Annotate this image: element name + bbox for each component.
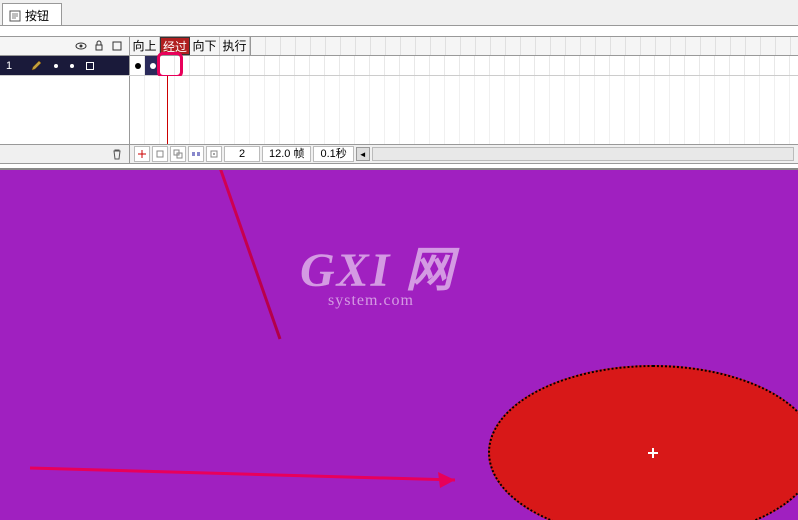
pencil-icon bbox=[30, 60, 42, 72]
layer-header-icons bbox=[0, 37, 130, 55]
timeline-scrollbar[interactable] bbox=[372, 147, 794, 161]
lock-dot[interactable] bbox=[70, 64, 74, 68]
elapsed-time-display: 0.1秒 bbox=[313, 146, 353, 162]
button-state-labels: 向上 经过 向下 执行 bbox=[130, 37, 251, 55]
timeline-body bbox=[0, 76, 798, 144]
state-over[interactable]: 经过 bbox=[160, 37, 190, 55]
playback-controls: 2 12.0 帧 0.1秒 ◄ bbox=[130, 145, 798, 163]
eye-icon[interactable] bbox=[75, 40, 87, 52]
visibility-dot[interactable] bbox=[54, 64, 58, 68]
layer-row: 1 bbox=[0, 56, 798, 76]
timeline-header: 向上 经过 向下 执行 bbox=[0, 36, 798, 56]
outline-square[interactable] bbox=[86, 62, 94, 70]
layers-empty bbox=[0, 76, 130, 144]
layer-number: 1 bbox=[6, 60, 18, 72]
state-up[interactable]: 向上 bbox=[130, 37, 160, 55]
keyframe-up[interactable] bbox=[130, 56, 145, 75]
layer-tools bbox=[0, 145, 130, 163]
timeline-footer: 2 12.0 帧 0.1秒 ◄ bbox=[0, 144, 798, 164]
frames-area[interactable] bbox=[130, 56, 798, 75]
scroll-left-button[interactable]: ◄ bbox=[356, 147, 370, 161]
drawn-ellipse-shape[interactable] bbox=[488, 365, 798, 520]
onion-outline-button[interactable] bbox=[170, 146, 186, 162]
current-frame-display: 2 bbox=[224, 146, 260, 162]
stage-canvas[interactable]: GXI 网 system.com bbox=[0, 170, 798, 520]
watermark: GXI 网 system.com bbox=[300, 230, 455, 310]
document-tabs: 按钮 bbox=[0, 0, 798, 26]
tab-label: 按钮 bbox=[25, 7, 49, 24]
keyframe-dot-icon bbox=[150, 63, 156, 69]
frame-ruler[interactable] bbox=[251, 37, 798, 55]
state-hit[interactable]: 执行 bbox=[220, 37, 250, 55]
annotation-highlight bbox=[157, 52, 183, 78]
annotation-arrow-1 bbox=[0, 170, 500, 494]
onion-skin-button[interactable] bbox=[152, 146, 168, 162]
marker-button[interactable] bbox=[206, 146, 222, 162]
watermark-url: system.com bbox=[328, 292, 455, 310]
tab-button-symbol[interactable]: 按钮 bbox=[2, 3, 62, 25]
state-down[interactable]: 向下 bbox=[190, 37, 220, 55]
frames-empty[interactable] bbox=[130, 76, 798, 144]
outline-icon[interactable] bbox=[111, 40, 123, 52]
trash-icon[interactable] bbox=[111, 148, 123, 160]
layer-info[interactable]: 1 bbox=[0, 56, 130, 75]
spacer bbox=[0, 26, 798, 36]
playhead[interactable] bbox=[167, 76, 168, 144]
lock-icon[interactable] bbox=[93, 40, 105, 52]
keyframe-over[interactable] bbox=[145, 56, 160, 75]
registration-point-icon bbox=[648, 448, 658, 458]
document-icon bbox=[9, 10, 21, 22]
watermark-logo: GXI 网 bbox=[300, 230, 455, 300]
keyframe-dot-icon bbox=[135, 63, 141, 69]
fps-display: 12.0 帧 bbox=[262, 146, 311, 162]
edit-frames-button[interactable] bbox=[188, 146, 204, 162]
center-frame-button[interactable] bbox=[134, 146, 150, 162]
